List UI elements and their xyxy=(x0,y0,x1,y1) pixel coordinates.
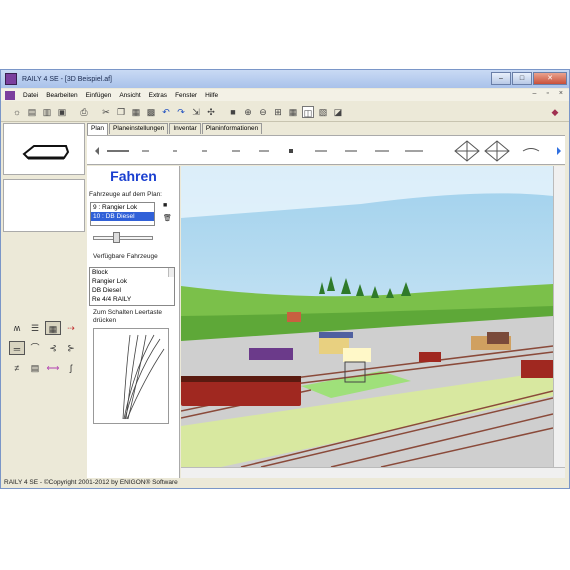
tab-planeinstellungen[interactable]: Planeinstellungen xyxy=(109,123,169,134)
straight-track-tool-icon[interactable]: ═ xyxy=(9,341,25,355)
list-scrollbar[interactable] xyxy=(168,268,174,277)
available-vehicles-label: Verfügbare Fahrzeuge xyxy=(93,253,158,260)
tool-palette: ʍ ☰ ▦ ⇢ ═ ⌒ ⊰ ⊱ ≠ ▤ ⟷ ʃ xyxy=(3,235,85,478)
double-switch-tool-icon[interactable]: ʃ xyxy=(63,361,79,375)
scroll-right-icon[interactable] xyxy=(557,147,561,155)
paste-icon[interactable]: ▦ xyxy=(130,106,142,118)
tab-plan[interactable]: Plan xyxy=(87,123,109,135)
grid-icon[interactable]: ▦ xyxy=(287,106,299,118)
grid-tool-icon[interactable]: ▦ xyxy=(45,321,61,335)
list-item[interactable]: DB Diesel xyxy=(90,286,174,295)
3d-view[interactable] xyxy=(181,166,553,467)
drive-heading: Fahren xyxy=(110,168,157,184)
switch-hint-text: Zum Schalten Leertaste drücken xyxy=(93,309,163,324)
plan-tabs: Plan Planeinstellungen Inventar Planinfo… xyxy=(87,123,263,135)
vehicle-preview xyxy=(3,123,85,175)
menu-hilfe[interactable]: Hilfe xyxy=(205,92,218,99)
preview-box xyxy=(3,179,85,232)
switch-right-tool-icon[interactable]: ⊱ xyxy=(63,341,79,355)
palette-icon[interactable]: ▧ xyxy=(317,106,329,118)
open-folder-icon[interactable]: ▤ xyxy=(26,106,38,118)
vertical-scrollbar[interactable] xyxy=(553,166,565,467)
app-window: RAILY 4 SE - [3D Beispiel.af] – □ ✕ Date… xyxy=(0,69,570,489)
left-panel: ʍ ☰ ▦ ⇢ ═ ⌒ ⊰ ⊱ ≠ ▤ ⟷ ʃ xyxy=(3,123,85,478)
view-3d-icon[interactable]: ◫ xyxy=(302,105,314,118)
switch-diagram[interactable] xyxy=(93,328,169,424)
double-cross-2-icon[interactable] xyxy=(484,140,510,162)
doc-close-button[interactable]: × xyxy=(559,90,563,97)
zoom-in-icon[interactable]: ⊕ xyxy=(242,106,254,118)
curve-track-tool-icon[interactable]: ⌒ xyxy=(27,341,43,355)
pointer-icon[interactable]: ⇲ xyxy=(190,106,202,118)
cut-icon[interactable]: ✂ xyxy=(100,106,112,118)
double-cross-icon[interactable] xyxy=(454,140,480,162)
signal-tool-icon[interactable]: ⇢ xyxy=(63,321,79,335)
train-icon[interactable]: ◪ xyxy=(332,106,344,118)
new-icon[interactable]: ☼ xyxy=(11,106,23,118)
print-icon[interactable]: ⎙ xyxy=(78,106,90,118)
vehicles-on-plan-list[interactable]: 9 : Rangier Lok 10 : DB Diesel xyxy=(90,202,155,226)
speed-slider-thumb[interactable] xyxy=(113,232,120,243)
copy-icon[interactable]: ❐ xyxy=(115,106,127,118)
status-bar: RAILY 4 SE - ©Copyright 2001-2012 by ENI… xyxy=(1,478,569,488)
minimize-button[interactable]: – xyxy=(491,72,511,85)
crossing-tool-icon[interactable]: ≠ xyxy=(9,361,25,375)
menu-einfuegen[interactable]: Einfügen xyxy=(86,92,112,99)
list-item[interactable]: 9 : Rangier Lok xyxy=(91,203,154,212)
trash-icon[interactable]: 🗑 xyxy=(163,214,172,222)
title-bar: RAILY 4 SE - [3D Beispiel.af] – □ ✕ xyxy=(1,70,569,88)
redo-icon[interactable]: ↷ xyxy=(175,106,187,118)
zoom-fit-icon[interactable]: ⊞ xyxy=(272,106,284,118)
switch-left-tool-icon[interactable]: ⊰ xyxy=(45,341,61,355)
delete-icon[interactable]: ▩ xyxy=(145,106,157,118)
list-tool-icon[interactable]: ☰ xyxy=(27,321,43,335)
window-title: RAILY 4 SE - [3D Beispiel.af] xyxy=(22,75,113,83)
vehicles-on-plan-label: Fahrzeuge auf dem Plan: xyxy=(89,191,162,198)
list-item[interactable]: 10 : DB Diesel xyxy=(91,212,154,221)
menu-ansicht[interactable]: Ansicht xyxy=(119,92,140,99)
stop-vehicle-icon[interactable]: ■ xyxy=(163,202,167,209)
document-icon[interactable] xyxy=(5,90,15,100)
locomotive-icon xyxy=(22,145,70,160)
tab-inventar[interactable]: Inventar xyxy=(169,123,201,134)
connector-tool-icon[interactable]: ⟷ xyxy=(45,361,61,375)
list-item[interactable]: Rangier Lok xyxy=(90,277,174,286)
undo-icon[interactable]: ↶ xyxy=(160,106,172,118)
menu-fenster[interactable]: Fenster xyxy=(175,92,197,99)
help-book-icon[interactable]: ◆ xyxy=(549,106,561,118)
menu-bearbeiten[interactable]: Bearbeiten xyxy=(46,92,77,99)
toolbar: ☼ ▤ ▥ ▣ ⎙ ✂ ❐ ▦ ▩ ↶ ↷ ⇲ ✣ ■ ⊕ ⊖ ⊞ ▦ ◫ ▧ … xyxy=(1,102,569,122)
app-logo-icon xyxy=(5,73,17,85)
track-piece-bumper-icon[interactable] xyxy=(289,149,293,153)
doc-minimize-button[interactable]: – xyxy=(533,90,537,97)
drive-panel: Fahren Fahrzeuge auf dem Plan: 9 : Rangi… xyxy=(87,166,180,478)
scroll-left-icon[interactable] xyxy=(95,147,99,155)
speed-slider-track[interactable] xyxy=(93,236,153,240)
menu-extras[interactable]: Extras xyxy=(149,92,167,99)
save-icon[interactable]: ▣ xyxy=(56,106,68,118)
list-item[interactable]: Re 4/4 RAILY xyxy=(90,295,174,304)
zoom-out-icon[interactable]: ⊖ xyxy=(257,106,269,118)
tab-planinformationen[interactable]: Planinformationen xyxy=(201,123,263,134)
horizontal-scrollbar[interactable] xyxy=(181,467,565,478)
draw-track-tool-icon[interactable]: ʍ xyxy=(9,321,25,335)
stop-icon[interactable]: ■ xyxy=(227,106,239,118)
track-piece-arc-icon[interactable] xyxy=(522,148,540,152)
open-icon[interactable]: ▥ xyxy=(41,106,53,118)
list-item[interactable]: Block xyxy=(90,268,174,277)
maximize-button[interactable]: □ xyxy=(512,72,532,85)
move-icon[interactable]: ✣ xyxy=(205,106,217,118)
track-parts-bar xyxy=(87,135,565,165)
doc-restore-button[interactable]: ▫ xyxy=(546,90,548,97)
menu-bar: Datei Bearbeiten Einfügen Ansicht Extras… xyxy=(1,89,569,101)
menu-datei[interactable]: Datei xyxy=(23,92,38,99)
text-tool-icon[interactable]: ▤ xyxy=(27,361,43,375)
close-button[interactable]: ✕ xyxy=(533,72,567,85)
available-vehicles-list[interactable]: Block Rangier Lok DB Diesel Re 4/4 RAILY xyxy=(89,267,175,306)
